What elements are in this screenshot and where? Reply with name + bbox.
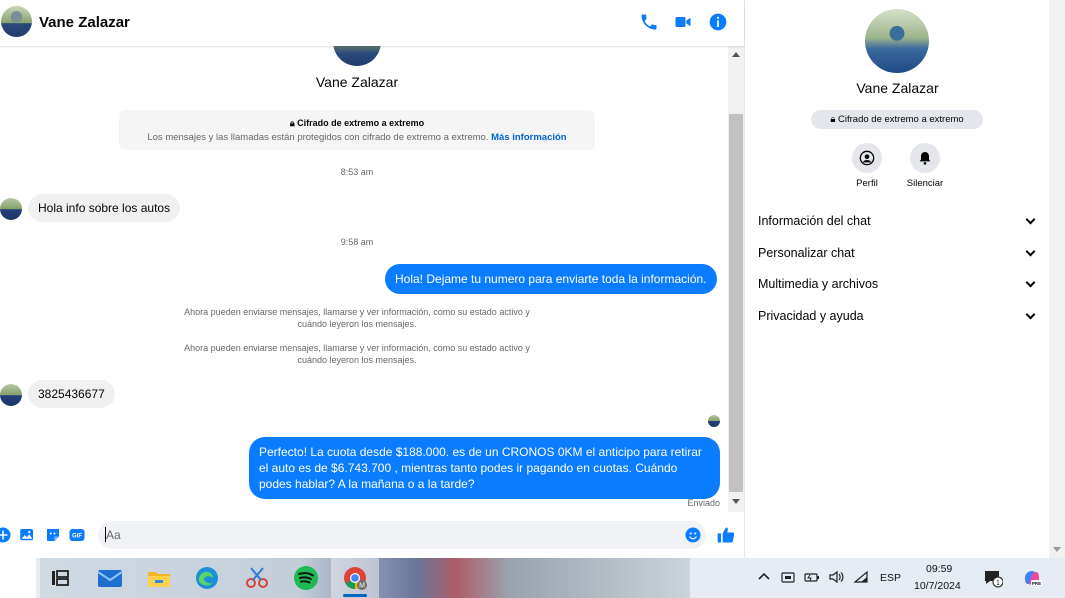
system-message: Ahora pueden enviarse mensajes, llamarse… — [184, 343, 530, 365]
mute-action-label: Silenciar — [906, 178, 944, 189]
input-language[interactable]: ESP — [880, 572, 901, 584]
notification-count: 1 — [996, 580, 1000, 587]
section-chat-info[interactable]: Información del chat — [758, 214, 1038, 234]
chevron-down-icon — [1025, 309, 1036, 320]
task-view-icon[interactable] — [46, 564, 74, 592]
like-icon[interactable] — [716, 525, 736, 545]
section-customize-chat[interactable]: Personalizar chat — [758, 246, 1038, 266]
taskbar-search-area[interactable] — [0, 558, 36, 598]
sender-avatar[interactable] — [0, 384, 22, 406]
encryption-badge: 🔒︎ Cifrado de extremo a extremo — [811, 110, 983, 129]
encryption-notice: 🔒︎ Cifrado de extremo a extremo Los mens… — [119, 110, 595, 150]
contact-name[interactable]: Vane Zalazar — [39, 14, 130, 31]
sent-status: Enviado — [687, 498, 720, 508]
chrome-profile-badge: M — [359, 583, 365, 590]
windows-taskbar: M ESP 09:59 10/7/2024 1 PRE — [0, 558, 1065, 598]
details-contact-name: Vane Zalazar — [856, 80, 939, 96]
chrome-icon[interactable]: M — [341, 564, 369, 592]
outgoing-message[interactable]: Perfecto! La cuota desde $188.000. es de… — [249, 437, 720, 499]
outgoing-message[interactable]: Hola! Dejame tu numero para enviarte tod… — [385, 264, 717, 294]
volume-icon[interactable] — [828, 569, 844, 585]
message-input-placeholder: Aa — [106, 528, 121, 542]
mail-icon[interactable] — [96, 564, 124, 592]
add-icon[interactable] — [0, 526, 12, 544]
timestamp: 9:58 am — [340, 237, 374, 247]
chevron-down-icon — [1025, 246, 1036, 257]
lock-icon: 🔒︎ — [289, 118, 295, 128]
gif-label: GIF — [72, 534, 82, 540]
section-privacy-help[interactable]: Privacidad y ayuda — [758, 309, 1038, 329]
section-media-files[interactable]: Multimedia y archivos — [758, 277, 1038, 297]
photo-icon[interactable] — [18, 526, 36, 544]
page-scrollbar[interactable] — [1049, 0, 1065, 558]
sticker-icon[interactable] — [44, 526, 62, 544]
clock-time[interactable]: 09:59 — [926, 563, 952, 575]
message-scrollbar[interactable] — [728, 46, 744, 512]
contact-profile-photo[interactable] — [865, 9, 929, 73]
scroll-up-arrow[interactable] — [732, 52, 740, 57]
encryption-description: Los mensajes y las llamadas están proteg… — [147, 132, 489, 143]
copilot-badge: PRE — [1032, 581, 1041, 586]
contact-avatar[interactable] — [1, 6, 32, 37]
encryption-title: Cifrado de extremo a extremo — [297, 118, 425, 128]
spotify-icon[interactable] — [292, 564, 320, 592]
system-message: Ahora pueden enviarse mensajes, llamarse… — [184, 307, 530, 329]
scroll-thumb[interactable] — [729, 114, 743, 492]
file-explorer-icon[interactable] — [145, 564, 173, 592]
edge-icon[interactable] — [193, 564, 221, 592]
phone-icon[interactable] — [639, 12, 659, 32]
chat-header: Vane Zalazar — [0, 0, 744, 46]
scroll-down-arrow[interactable] — [1053, 547, 1061, 552]
more-info-link[interactable]: Más información — [491, 132, 567, 143]
onscreen-keyboard-icon[interactable] — [780, 569, 796, 585]
message-list[interactable]: Vane Zalazar 🔒︎ Cifrado de extremo a ext… — [0, 46, 728, 512]
timestamp: 8:53 am — [340, 167, 374, 177]
chat-details-panel: Vane Zalazar 🔒︎ Cifrado de extremo a ext… — [744, 0, 1049, 558]
chevron-down-icon — [1025, 277, 1036, 288]
emoji-icon[interactable] — [684, 526, 702, 544]
profile-icon — [859, 150, 875, 166]
lock-icon: 🔒︎ — [830, 114, 836, 125]
snipping-tool-icon[interactable] — [243, 564, 271, 592]
composer: GIF Aa — [0, 512, 744, 558]
mute-action[interactable]: Silenciar — [895, 143, 955, 189]
incoming-message[interactable]: 3825436677 — [28, 380, 115, 408]
wifi-icon[interactable] — [853, 569, 869, 585]
copilot-icon[interactable]: PRE — [1022, 568, 1042, 588]
chevron-down-icon — [1025, 214, 1036, 225]
incoming-message[interactable]: Hola info sobre los autos — [28, 194, 181, 222]
message-input[interactable]: Aa — [98, 521, 706, 549]
info-icon[interactable] — [708, 12, 728, 32]
profile-action[interactable]: Perfil — [837, 143, 897, 189]
notification-icon[interactable]: 1 — [983, 568, 1003, 588]
sender-avatar[interactable] — [0, 198, 22, 220]
video-icon[interactable] — [673, 12, 693, 32]
contact-avatar-large — [333, 46, 381, 66]
gif-icon[interactable]: GIF — [68, 526, 86, 544]
active-app-indicator — [343, 594, 367, 597]
profile-action-label: Perfil — [856, 178, 878, 189]
chevron-up-icon[interactable] — [756, 569, 772, 585]
seen-indicator-avatar — [708, 415, 720, 427]
clock-date[interactable]: 10/7/2024 — [914, 580, 961, 592]
bell-icon — [919, 152, 931, 165]
conversation-contact-name: Vane Zalazar — [315, 74, 399, 90]
messenger-app: Vane Zalazar Vane Zalazar 🔒︎ Cifrado de … — [0, 0, 1065, 558]
battery-icon[interactable] — [804, 569, 820, 585]
scroll-down-arrow[interactable] — [732, 499, 740, 504]
